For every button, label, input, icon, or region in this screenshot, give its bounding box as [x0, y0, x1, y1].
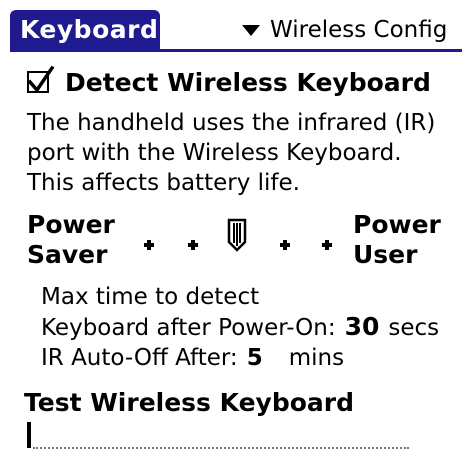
description-line: port with the Wireless Keyboard.	[27, 140, 402, 166]
text-cursor	[27, 422, 31, 448]
timing-settings: Max time to detect Keyboard after Power-…	[41, 282, 439, 373]
test-keyboard-input[interactable]	[27, 420, 409, 450]
description-text: The handheld uses the infrared (IR) port…	[27, 108, 457, 198]
detect-time-unit: secs	[388, 315, 440, 341]
detect-keyboard-label: Detect Wireless Keyboard	[65, 67, 431, 97]
title-tab: Keyboard	[10, 10, 160, 50]
checkmark-icon	[27, 65, 55, 93]
description-line: The handheld uses the infrared (IR)	[27, 110, 436, 136]
power-user-label: Power User	[353, 210, 441, 270]
checkbox[interactable]	[27, 65, 55, 93]
input-underline	[33, 447, 409, 449]
ir-auto-off-label: IR Auto-Off After:	[41, 345, 238, 371]
detect-time-value[interactable]: 30	[345, 312, 380, 342]
ir-auto-off-unit: mins	[288, 345, 345, 371]
palm-screen: Keyboard Wireless Config Detect Wireless…	[0, 0, 467, 468]
max-time-label: Max time to detect	[41, 284, 260, 310]
detect-keyboard-checkbox-row[interactable]: Detect Wireless Keyboard	[27, 64, 431, 100]
popup-label: Wireless Config	[270, 17, 448, 43]
slider-thumb-icon	[227, 218, 247, 252]
slider-tick	[322, 240, 332, 250]
triangle-down-icon	[242, 24, 260, 36]
wireless-config-popup[interactable]: Wireless Config	[242, 13, 447, 47]
slider-tick	[188, 240, 198, 250]
slider-tick	[144, 240, 154, 250]
detect-time-label: Keyboard after Power-On:	[41, 315, 336, 341]
slider-tick	[280, 240, 290, 250]
power-user-line: User	[353, 240, 418, 269]
title-underline	[10, 49, 462, 52]
power-saver-line: Power	[27, 210, 115, 239]
ir-auto-off-value[interactable]: 5	[247, 343, 263, 373]
power-saver-line: Saver	[27, 240, 108, 269]
timing-line: IR Auto-Off After: 5 mins	[41, 343, 439, 373]
slider-thumb[interactable]	[227, 218, 247, 256]
power-user-line: Power	[353, 210, 441, 239]
test-keyboard-label: Test Wireless Keyboard	[24, 388, 354, 417]
app-title: Keyboard	[20, 15, 159, 44]
timing-line: Max time to detect	[41, 282, 439, 312]
timing-line: Keyboard after Power-On: 30 secs	[41, 312, 439, 343]
power-slider[interactable]	[140, 218, 340, 268]
description-line: This affects battery life.	[27, 170, 300, 196]
power-saver-label: Power Saver	[27, 210, 115, 270]
